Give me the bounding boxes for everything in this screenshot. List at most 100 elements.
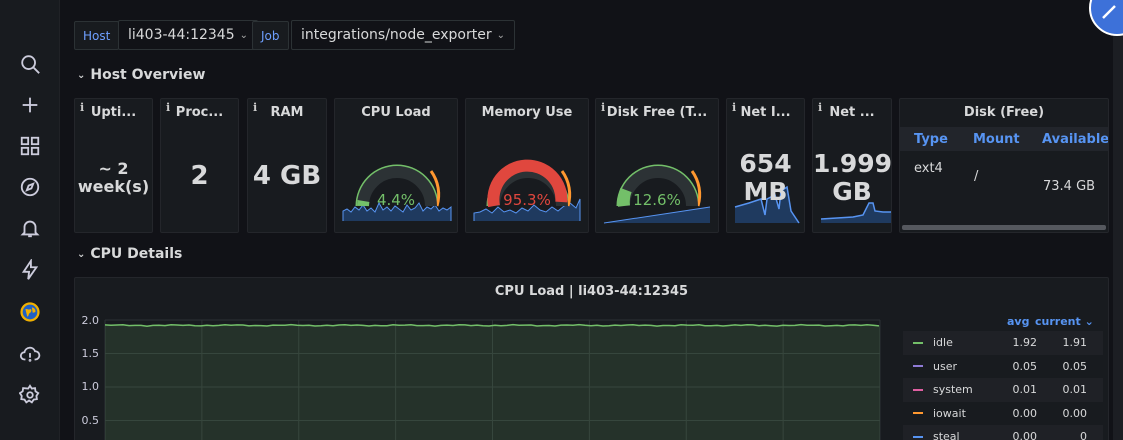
- horizontal-scrollbar[interactable]: [902, 225, 1106, 230]
- uptime-value-line2: week(s): [77, 177, 150, 196]
- chevron-down-icon: ⌄: [77, 248, 86, 260]
- panel-title: Disk (Free): [963, 105, 1045, 120]
- memory-use-gauge: [473, 159, 581, 221]
- series-avg: 0.05: [1012, 359, 1038, 373]
- cpu-load-chart: 2.0 1.5 1.0 0.5: [82, 314, 881, 440]
- series-avg: 1.92: [1012, 336, 1038, 350]
- net-out-value-line2: GB: [832, 177, 872, 206]
- series-current: 1.91: [1062, 336, 1088, 350]
- series-swatch: [913, 341, 923, 344]
- series-swatch: [913, 435, 923, 438]
- close-button[interactable]: [1089, 0, 1123, 36]
- y-tick-label: 2.0: [82, 314, 100, 327]
- host-variable-label: Host: [74, 21, 120, 50]
- series-avg: 0.00: [1012, 430, 1038, 440]
- lightning-icon[interactable]: [16, 256, 44, 284]
- host-variable-select[interactable]: li403-44:12345 ⌄: [118, 20, 259, 50]
- row-title: Host Overview: [90, 67, 206, 83]
- panel-disk-free[interactable]: i Disk Free (T... 12.6%: [595, 98, 719, 233]
- series-name: system: [933, 383, 973, 397]
- legend-item-user[interactable]: user 0.05 0.05: [903, 355, 1103, 379]
- row-host-overview[interactable]: ⌄ Host Overview: [77, 67, 205, 83]
- scrollbar-track[interactable]: [1113, 0, 1123, 440]
- job-variable-select[interactable]: integrations/node_exporter ⌄: [291, 20, 515, 50]
- legend-header: avg current ⌄: [903, 315, 1103, 331]
- chevron-down-icon: ⌄: [496, 29, 505, 41]
- processors-value: 2: [190, 161, 209, 191]
- panel-uptime[interactable]: i Upti... ~ 2 week(s): [74, 98, 153, 233]
- net-in-value-line1: 654: [739, 149, 792, 178]
- panel-title: Upti...: [90, 105, 137, 120]
- disk-free-gauge: [603, 164, 711, 224]
- dashboards-icon[interactable]: [16, 132, 44, 160]
- legend-current-label: current: [1035, 315, 1081, 328]
- legend-item-iowait[interactable]: iowait 0.00 0.00: [903, 402, 1103, 426]
- series-avg: 0.01: [1012, 383, 1038, 397]
- plus-icon[interactable]: [16, 91, 44, 119]
- cell-available: 73.4 GB: [1043, 179, 1096, 194]
- series-swatch: [913, 388, 923, 391]
- cell-mount: /: [974, 169, 979, 184]
- chevron-down-icon: ⌄: [239, 29, 249, 41]
- table-row: ext4 / 73.4 GB: [900, 151, 1108, 221]
- series-name: steal: [933, 430, 960, 440]
- job-variable-value: integrations/node_exporter: [301, 27, 492, 43]
- table-header: Type Mount Available: [900, 127, 1108, 151]
- legend-item-steal[interactable]: steal 0.00 0: [903, 425, 1103, 440]
- cpu-load-value: 4.4%: [376, 191, 416, 209]
- panel-processors[interactable]: i Proc... 2: [160, 98, 239, 233]
- job-variable-label: Job: [252, 21, 289, 50]
- column-header-available[interactable]: Available: [1042, 127, 1108, 151]
- panel-ram[interactable]: i RAM 4 GB: [247, 98, 327, 233]
- panel-cpu-load-graph[interactable]: CPU Load | li403-44:12345 2.0 1.5 1.0 0.…: [74, 277, 1109, 440]
- panel-memory-use[interactable]: Memory Use 95.3%: [465, 98, 589, 233]
- cloud-alert-icon[interactable]: [16, 340, 44, 368]
- host-variable-value: li403-44:12345: [128, 27, 235, 43]
- series-current: 0.01: [1062, 383, 1088, 397]
- series-avg: 0.00: [1012, 406, 1038, 420]
- series-name: iowait: [933, 406, 966, 420]
- legend-current-header[interactable]: current ⌄: [1035, 315, 1094, 328]
- cpu-load-gauge: [342, 164, 452, 221]
- idle-series-area: [105, 325, 880, 440]
- close-icon: [1102, 5, 1116, 19]
- row-cpu-details[interactable]: ⌄ CPU Details: [77, 246, 182, 262]
- panel-title: Proc...: [175, 105, 224, 120]
- panel-cpu-load[interactable]: CPU Load 4.4%: [334, 98, 458, 233]
- chevron-down-icon: ⌄: [1084, 315, 1094, 328]
- search-icon[interactable]: [16, 50, 44, 78]
- series-name: idle: [933, 336, 953, 350]
- uptime-value-line1: ~ 2: [98, 159, 129, 178]
- ram-value: 4 GB: [252, 161, 322, 191]
- chevron-down-icon: ⌄: [77, 69, 86, 81]
- disk-free-value: 12.6%: [633, 191, 681, 209]
- series-swatch: [913, 412, 923, 415]
- panel-net-out[interactable]: i Net ... 1.999 GB: [812, 98, 892, 233]
- memory-use-value: 95.3%: [503, 191, 551, 209]
- legend-avg-header[interactable]: avg: [1007, 315, 1029, 328]
- graph-legend: avg current ⌄ idle 1.92 1.91 user 0.05 0…: [903, 315, 1103, 440]
- series-current: 0.00: [1062, 406, 1088, 420]
- legend-item-system[interactable]: system 0.01 0.01: [903, 378, 1103, 402]
- net-in-value-line2: MB: [743, 177, 788, 206]
- panel-disk-table[interactable]: Disk (Free) Type Mount Available ext4 / …: [899, 98, 1109, 233]
- explore-compass-icon[interactable]: [16, 173, 44, 201]
- column-header-type[interactable]: Type: [914, 127, 948, 151]
- series-current: 0: [1080, 430, 1087, 440]
- series-swatch: [913, 365, 923, 368]
- alerting-bell-icon[interactable]: [16, 214, 44, 242]
- y-tick-label: 1.5: [82, 347, 100, 360]
- legend-item-idle[interactable]: idle 1.92 1.91: [903, 331, 1103, 355]
- y-tick-label: 0.5: [82, 414, 100, 427]
- settings-gear-icon[interactable]: [16, 381, 44, 409]
- panel-net-in[interactable]: i Net I... 654 MB: [726, 98, 805, 233]
- side-menu: [0, 0, 60, 440]
- panel-title: RAM: [270, 105, 304, 120]
- net-out-value-line1: 1.999: [813, 149, 892, 178]
- series-name: user: [933, 359, 957, 373]
- integrations-globe-icon[interactable]: [16, 298, 44, 326]
- row-title: CPU Details: [90, 246, 183, 262]
- column-header-mount[interactable]: Mount: [973, 127, 1020, 151]
- series-current: 0.05: [1062, 359, 1088, 373]
- y-tick-label: 1.0: [82, 380, 100, 393]
